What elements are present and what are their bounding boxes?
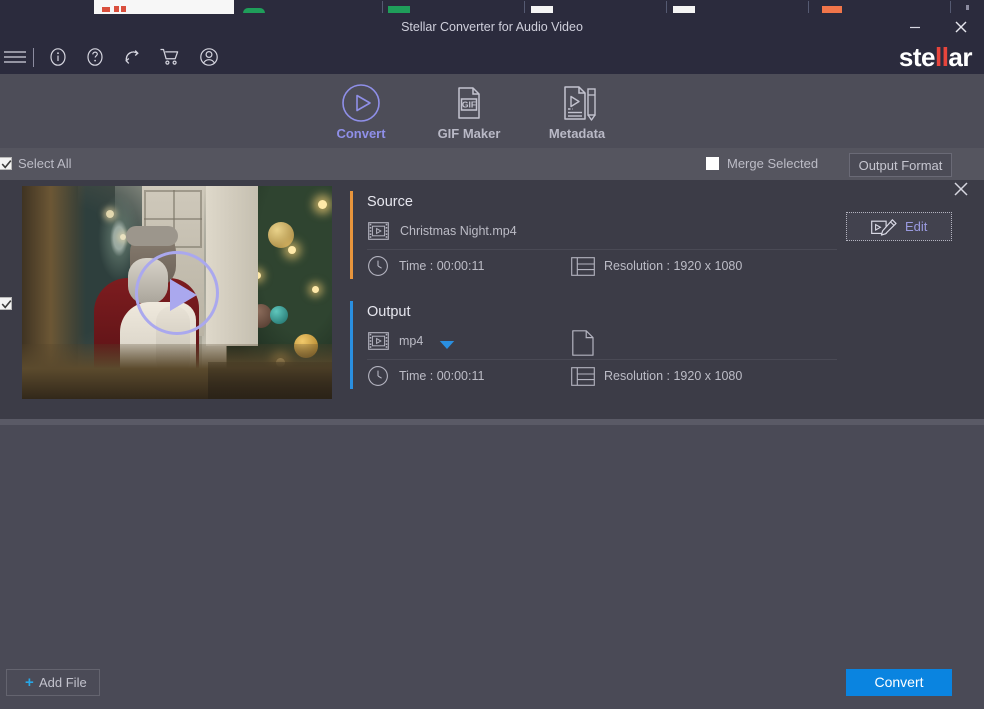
minimize-button[interactable] xyxy=(892,14,938,40)
select-all-checkbox[interactable] xyxy=(0,157,12,170)
svg-text:GIF: GIF xyxy=(462,100,476,110)
merge-selected-label: Merge Selected xyxy=(727,156,819,171)
source-accent-bar xyxy=(350,191,353,279)
background-window-strip xyxy=(0,0,984,14)
output-format-button[interactable]: Output Format xyxy=(849,153,952,177)
add-file-button[interactable]: + Add File xyxy=(6,669,100,696)
tab-gif-maker[interactable]: GIF GIF Maker xyxy=(409,82,529,144)
file-list-empty-area xyxy=(0,425,984,657)
clock-icon-output xyxy=(367,365,389,392)
file-row-checkbox[interactable] xyxy=(0,297,12,310)
output-resolution: Resolution : 1920 x 1080 xyxy=(604,369,743,383)
tab-convert-label: Convert xyxy=(336,126,386,141)
cart-icon[interactable] xyxy=(155,40,185,74)
source-heading: Source xyxy=(367,194,413,210)
tab-metadata-label: Metadata xyxy=(548,126,606,141)
refresh-icon[interactable] xyxy=(117,40,147,74)
select-all-label: Select All xyxy=(18,156,72,171)
mode-tabs: Convert GIF GIF Maker Metadata xyxy=(0,74,984,148)
source-resolution: Resolution : 1920 x 1080 xyxy=(604,259,743,273)
window-title: Stellar Converter for Audio Video xyxy=(401,20,583,34)
metadata-pencil-icon xyxy=(517,82,637,122)
edit-button-label: Edit xyxy=(905,219,928,234)
source-filename: Christmas Night.mp4 xyxy=(400,224,517,238)
remove-file-button[interactable] xyxy=(953,181,973,201)
edit-icon xyxy=(871,219,897,241)
film-strip-icon-output xyxy=(368,332,389,355)
convert-button[interactable]: Convert xyxy=(846,669,952,696)
tab-metadata[interactable]: Metadata xyxy=(517,82,637,144)
film-strip-icon xyxy=(368,222,389,245)
stellar-logo: stellar xyxy=(898,42,973,72)
source-time: Time : 00:00:11 xyxy=(399,259,485,273)
account-icon[interactable] xyxy=(194,40,224,74)
help-icon[interactable] xyxy=(80,40,110,74)
logo-text-pre: ste xyxy=(898,42,936,72)
edit-button[interactable]: Edit xyxy=(846,212,952,241)
title-bar: Stellar Converter for Audio Video xyxy=(0,14,984,40)
application-window: Stellar Converter for Audio Video stella… xyxy=(0,0,984,709)
destination-file-icon xyxy=(572,330,594,361)
output-accent-bar xyxy=(350,301,353,389)
logo-text-mid: ll xyxy=(934,42,949,72)
close-button[interactable] xyxy=(938,14,984,40)
output-format-value[interactable]: mp4 xyxy=(399,334,423,348)
video-thumbnail[interactable] xyxy=(22,186,332,399)
footer-bar: + Add File xyxy=(0,657,984,709)
output-heading: Output xyxy=(367,304,411,320)
hamburger-menu-icon[interactable] xyxy=(0,40,30,74)
resolution-icon-output xyxy=(571,367,595,391)
plus-icon: + xyxy=(25,674,34,691)
clock-icon-source xyxy=(367,255,389,282)
top-toolbar: stellar xyxy=(0,40,984,74)
toolbar-divider xyxy=(33,48,34,67)
play-button-overlay[interactable] xyxy=(135,250,219,335)
selection-toolbar: Select All Merge Selected Output Format xyxy=(0,148,984,180)
merge-selected-checkbox[interactable] xyxy=(706,157,719,170)
gif-document-icon: GIF xyxy=(409,82,529,122)
source-divider xyxy=(367,249,837,250)
play-circle-icon xyxy=(301,82,421,122)
chevron-down-icon[interactable] xyxy=(439,337,455,355)
logo-text-post: ar xyxy=(948,42,972,72)
output-time: Time : 00:00:11 xyxy=(399,369,485,383)
tab-convert[interactable]: Convert xyxy=(301,82,421,144)
info-icon[interactable] xyxy=(43,40,73,74)
output-divider xyxy=(367,359,837,360)
add-file-label: Add File xyxy=(39,675,87,690)
resolution-icon-source xyxy=(571,257,595,281)
tab-gif-maker-label: GIF Maker xyxy=(437,126,501,141)
